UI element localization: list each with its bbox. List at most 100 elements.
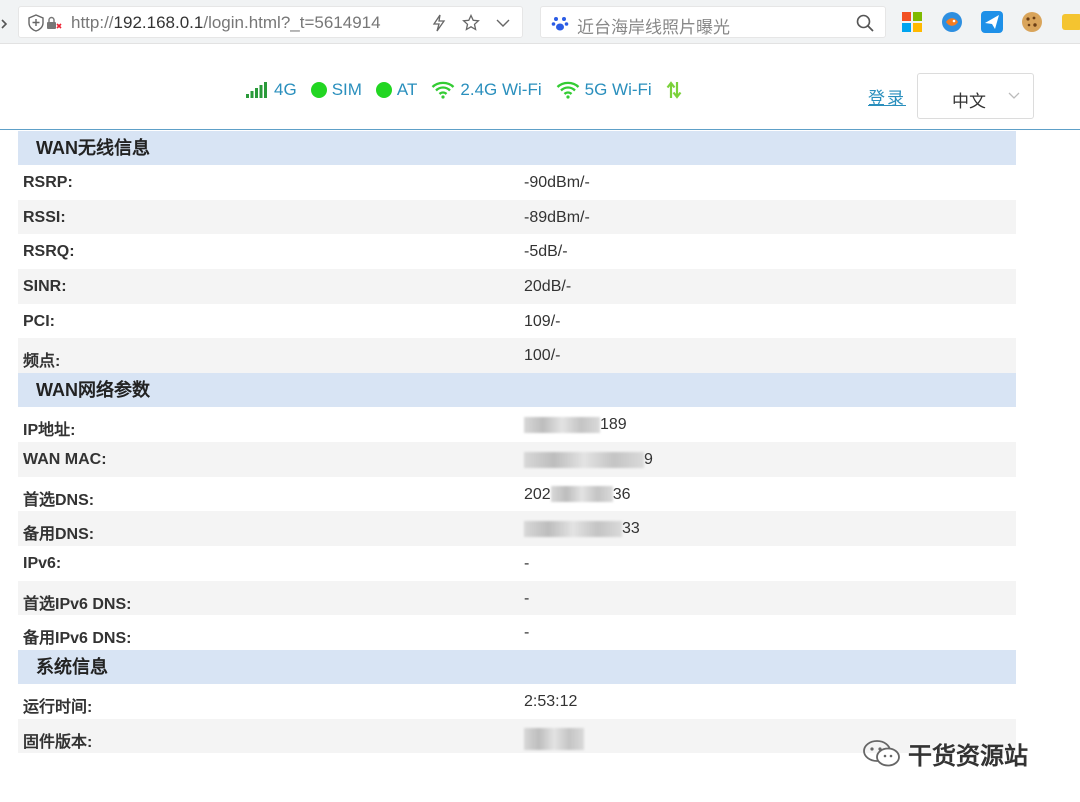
table-row: 频点: 100/- xyxy=(18,338,1016,374)
row-label: RSRQ: xyxy=(23,243,75,261)
row-value: - xyxy=(524,554,530,572)
chevron-down-icon[interactable] xyxy=(494,14,512,32)
section-title-wan-network: WAN网络参数 xyxy=(18,373,1016,408)
row-value: -90dBm/- xyxy=(524,174,590,191)
row-label: PCI: xyxy=(23,312,55,330)
row-value: 20dB/- xyxy=(524,278,572,296)
table-row: RSSI: -89dBm/- xyxy=(18,199,1016,235)
back-arrow-icon[interactable] xyxy=(0,12,10,32)
up-down-arrows-icon xyxy=(666,81,682,99)
language-selected-value: 中文 xyxy=(952,92,986,111)
row-label: 备用IPv6 DNS: xyxy=(23,630,132,648)
row-label: 首选IPv6 DNS: xyxy=(23,595,132,613)
row-label: SINR: xyxy=(23,278,67,296)
table-row: RSRP: -90dBm/- xyxy=(18,165,1016,200)
extension-overflow-icon[interactable] xyxy=(1060,10,1080,34)
address-bar[interactable]: http://192.168.0.1/login.html?_t=5614914 xyxy=(18,6,523,38)
browser-toolbar: http://192.168.0.1/login.html?_t=5614914… xyxy=(0,0,1080,44)
table-row: IP地址: 189 xyxy=(18,407,1016,442)
redaction-blur xyxy=(524,727,584,750)
sim-label: SIM xyxy=(331,80,362,99)
watermark-text: 干货资源站 xyxy=(908,743,1028,770)
fish-icon[interactable] xyxy=(940,10,964,34)
signal-label: 4G xyxy=(274,80,297,99)
url-text[interactable]: http://192.168.0.1/login.html?_t=5614914 xyxy=(71,13,381,33)
paper-plane-icon[interactable] xyxy=(980,10,1004,34)
search-bar[interactable]: 近台海岸线照片曝光 xyxy=(540,6,886,38)
cookie-icon[interactable] xyxy=(1020,10,1044,34)
row-label: 运行时间: xyxy=(23,698,93,716)
row-label: 频点: xyxy=(23,353,61,371)
row-value-suffix: 36 xyxy=(612,485,631,503)
row-label: 固件版本: xyxy=(23,733,93,751)
row-value: - xyxy=(524,589,530,607)
redaction-blur xyxy=(524,520,622,537)
info-content: WAN无线信息 RSRP: -90dBm/- RSSI: -89dBm/- RS… xyxy=(18,131,1016,754)
row-label: IP地址: xyxy=(23,422,76,440)
redaction-blur xyxy=(550,486,613,503)
wifi5-status: 5G Wi-Fi xyxy=(556,80,652,100)
search-input[interactable]: 近台海岸线照片曝光 xyxy=(577,13,730,38)
row-value-prefix: 202 xyxy=(524,485,551,503)
address-actions xyxy=(430,11,512,35)
table-row: 备用IPv6 DNS: - xyxy=(18,615,1016,650)
sim-status: SIM xyxy=(310,80,362,100)
row-label: 首选DNS: xyxy=(23,491,95,509)
row-value: -5dB/- xyxy=(524,243,568,261)
redaction-blur xyxy=(524,451,644,468)
row-value: 100/- xyxy=(524,347,561,365)
data-transfer-status xyxy=(666,80,682,100)
wifi24-label: 2.4G Wi-Fi xyxy=(460,80,542,99)
extension-icons xyxy=(900,10,1080,34)
row-value: - xyxy=(524,624,530,642)
section-title-system: 系统信息 xyxy=(18,649,1016,684)
row-value-redacted: 33 xyxy=(524,520,640,538)
sim-status-dot-icon xyxy=(310,82,327,98)
watermark: 干货资源站 xyxy=(862,736,1028,771)
baidu-paw-icon xyxy=(551,14,569,32)
insecure-lock-icon[interactable] xyxy=(45,15,63,31)
wechat-icon xyxy=(863,739,900,766)
row-value: 109/- xyxy=(524,312,561,330)
login-link[interactable]: 登录 xyxy=(868,84,906,109)
row-value: -89dBm/- xyxy=(524,208,590,226)
language-select[interactable]: 中文 xyxy=(917,73,1034,119)
status-indicators: 4G SIM AT 2.4G Wi-Fi 5G Wi-Fi xyxy=(245,80,682,100)
table-row: PCI: 109/- xyxy=(18,304,1016,339)
table-row: 首选DNS: 202 36 xyxy=(18,477,1016,512)
table-row: RSRQ: -5dB/- xyxy=(18,234,1016,269)
section-title-wan-wireless: WAN无线信息 xyxy=(18,131,1016,165)
row-value: 9 xyxy=(644,450,653,468)
table-row: 首选IPv6 DNS: - xyxy=(18,580,1016,616)
row-label: RSSI: xyxy=(23,208,66,226)
row-value-redacted: 189 xyxy=(524,416,627,434)
wifi5-label: 5G Wi-Fi xyxy=(584,80,652,99)
at-status-dot-icon xyxy=(375,82,392,98)
row-value-redacted xyxy=(524,727,584,750)
row-label: 备用DNS: xyxy=(23,526,95,544)
windows-grid-icon[interactable] xyxy=(900,10,924,34)
table-row: SINR: 20dB/- xyxy=(18,269,1016,304)
row-value: 2:53:12 xyxy=(524,692,578,710)
row-label: WAN MAC: xyxy=(23,450,107,468)
table-row: 运行时间: 2:53:12 xyxy=(18,684,1016,719)
signal-status: 4G xyxy=(245,80,297,100)
at-label: AT xyxy=(396,80,418,99)
chevron-down-icon xyxy=(1007,88,1021,102)
row-value-redacted: 9 xyxy=(524,451,653,469)
redaction-blur xyxy=(524,416,600,433)
table-row: WAN MAC: 9 xyxy=(18,441,1016,477)
wifi-icon xyxy=(432,81,455,99)
row-value-redacted: 202 36 xyxy=(524,486,631,504)
row-value: 33 xyxy=(622,520,640,538)
row-value: 189 xyxy=(600,416,627,434)
shield-icon[interactable] xyxy=(27,14,45,32)
at-status: AT xyxy=(375,80,418,100)
wifi-5g-icon xyxy=(556,81,579,99)
table-row: IPv6: - xyxy=(18,546,1016,581)
router-status-header: 4G SIM AT 2.4G Wi-Fi 5G Wi-Fi 登录 中文 xyxy=(0,44,1080,130)
lightning-icon[interactable] xyxy=(430,14,448,32)
star-icon[interactable] xyxy=(462,13,480,32)
wifi24-status: 2.4G Wi-Fi xyxy=(431,80,542,100)
search-icon[interactable] xyxy=(855,13,875,33)
